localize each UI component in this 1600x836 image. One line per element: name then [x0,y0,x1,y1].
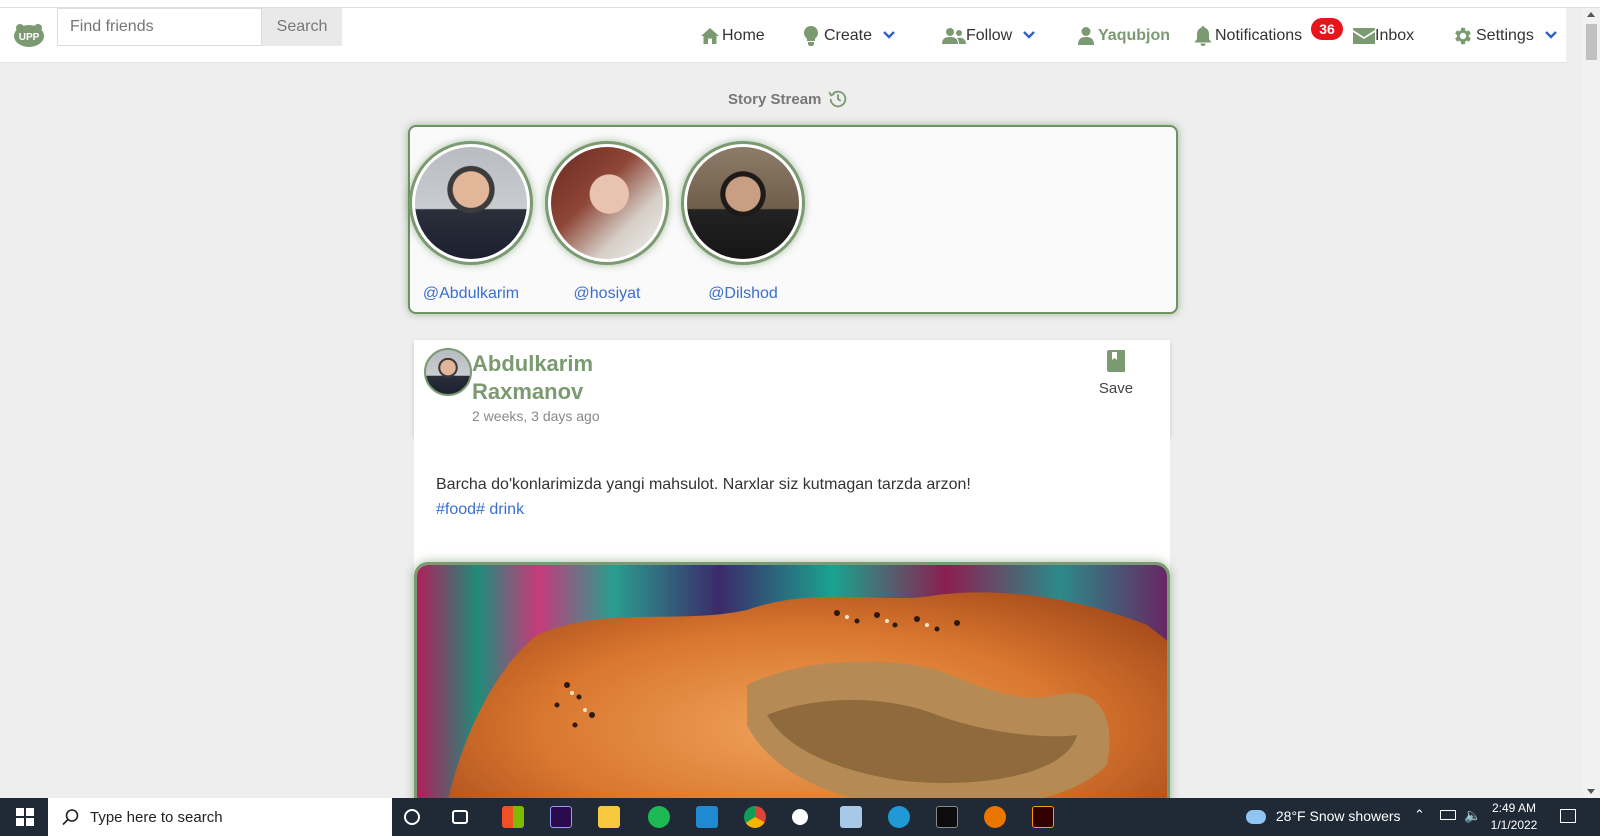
story-stream-label: Story Stream [728,90,822,108]
story-handle[interactable]: @Abdulkarim [406,285,536,303]
find-friends-input[interactable] [57,8,262,46]
envelope-icon [1353,28,1375,44]
search-button[interactable]: Search [262,8,342,46]
post-hashtags[interactable]: #food# drink [436,501,524,519]
spotify-icon[interactable] [648,806,670,828]
illustrator-icon[interactable] [1032,806,1054,828]
post-image[interactable] [414,562,1170,836]
taskbar-date: 1/1/2022 [1490,818,1538,832]
after-effects-icon[interactable] [550,806,572,828]
volume-icon[interactable]: 🔈 [1464,807,1481,824]
chrome-icon[interactable] [744,806,766,828]
nav-inbox-label: Inbox [1375,27,1415,44]
nav-follow[interactable]: Follow [942,23,1036,49]
chevron-down-icon [1022,27,1036,45]
taskbar-clock[interactable]: 2:49 AM 1/1/2022 [1484,800,1544,834]
nav-home[interactable]: Home [700,23,765,49]
post-author-avatar[interactable] [424,348,472,396]
user-icon [1078,27,1094,45]
bookmark-book-icon [1107,350,1125,372]
story-item[interactable]: @hosiyat [542,141,672,303]
users-icon [942,28,966,44]
edge-icon[interactable] [888,806,910,828]
post-timestamp: 2 weeks, 3 days ago [472,408,600,424]
story-stream-box: @Abdulkarim @hosiyat @Dilshod [408,125,1178,314]
windows-taskbar: Type here to search 28°F Snow showers ⌃ … [0,798,1600,836]
action-center-icon[interactable] [1560,809,1576,823]
notifications-count-badge: 36 [1311,18,1343,40]
windows-start-icon[interactable] [16,808,34,826]
tray-chevron-up-icon[interactable]: ⌃ [1414,807,1425,823]
history-icon[interactable] [827,88,849,110]
nav-profile[interactable]: Yaqubjon [1078,23,1170,49]
navbar: UPP Search Home Create Follow Yaqubjon N… [0,8,1566,63]
taskbar-search-placeholder: Type here to search [90,808,223,826]
terminal-icon[interactable] [936,806,958,828]
bell-icon [1195,26,1211,46]
taskbar-time: 2:49 AM [1491,801,1537,815]
story-avatar[interactable] [545,141,669,265]
story-handle[interactable]: @hosiyat [542,285,672,303]
task-view-icon[interactable] [452,810,468,824]
search-icon [62,809,79,826]
page-scrollbar[interactable] [1583,8,1600,798]
battery-icon[interactable] [1440,810,1456,820]
chevron-down-icon [882,27,896,45]
story-photo [415,147,527,259]
post-author-name[interactable]: Abdulkarim Raxmanov [472,350,672,406]
story-avatar[interactable] [409,141,533,265]
post-body: Barcha do'konlarimizda yangi mahsulot. N… [414,436,1170,836]
chevron-down-icon [1544,27,1558,45]
post-header: Abdulkarim Raxmanov 2 weeks, 3 days ago … [414,340,1170,436]
story-item[interactable]: @Abdulkarim [406,141,536,303]
save-label: Save [1098,380,1134,397]
scroll-thumb[interactable] [1586,24,1597,60]
nav-settings[interactable]: Settings [1452,23,1558,49]
svg-text:UPP: UPP [19,32,40,43]
weather-text: 28°F Snow showers [1275,808,1401,824]
weather-widget[interactable]: 28°F Snow showers [1246,808,1401,825]
story-item[interactable]: @Dilshod [678,141,808,303]
scroll-down-arrow-icon[interactable] [1587,789,1595,794]
story-handle[interactable]: @Dilshod [678,285,808,303]
nav-username: Yaqubjon [1098,27,1170,44]
weather-icon [1246,810,1266,825]
nav-home-label: Home [722,27,765,44]
story-stream-title: Story Stream [728,88,849,110]
save-button[interactable]: Save [1086,350,1146,397]
cortana-icon[interactable] [404,809,420,825]
gear-icon [1455,27,1471,45]
nav-notifications-label: Notifications [1215,27,1303,44]
nav-settings-label: Settings [1476,27,1534,44]
taskbar-search[interactable]: Type here to search [48,798,392,836]
microsoft-store-icon[interactable] [502,806,524,828]
home-icon [701,28,719,44]
file-explorer-icon[interactable] [598,806,620,828]
lightbulb-icon [804,26,818,46]
nav-follow-label: Follow [966,27,1013,44]
vscode-icon[interactable] [696,806,718,828]
browser-top-edge [0,0,1600,8]
post-photo [417,565,1167,836]
story-avatar[interactable] [681,141,805,265]
notepad-icon[interactable] [840,806,862,828]
nav-create-label: Create [824,27,873,44]
scroll-up-arrow-icon[interactable] [1587,12,1595,17]
nav-notifications[interactable]: Notifications [1195,23,1302,49]
nav-inbox[interactable]: Inbox [1353,23,1414,49]
app-logo[interactable]: UPP [12,22,46,48]
nav-create[interactable]: Create [804,23,896,49]
post-text: Barcha do'konlarimizda yangi mahsulot. N… [436,476,971,493]
story-photo [551,147,663,259]
story-photo [687,147,799,259]
settings-gear-icon[interactable] [792,809,808,825]
blender-icon[interactable] [984,806,1006,828]
